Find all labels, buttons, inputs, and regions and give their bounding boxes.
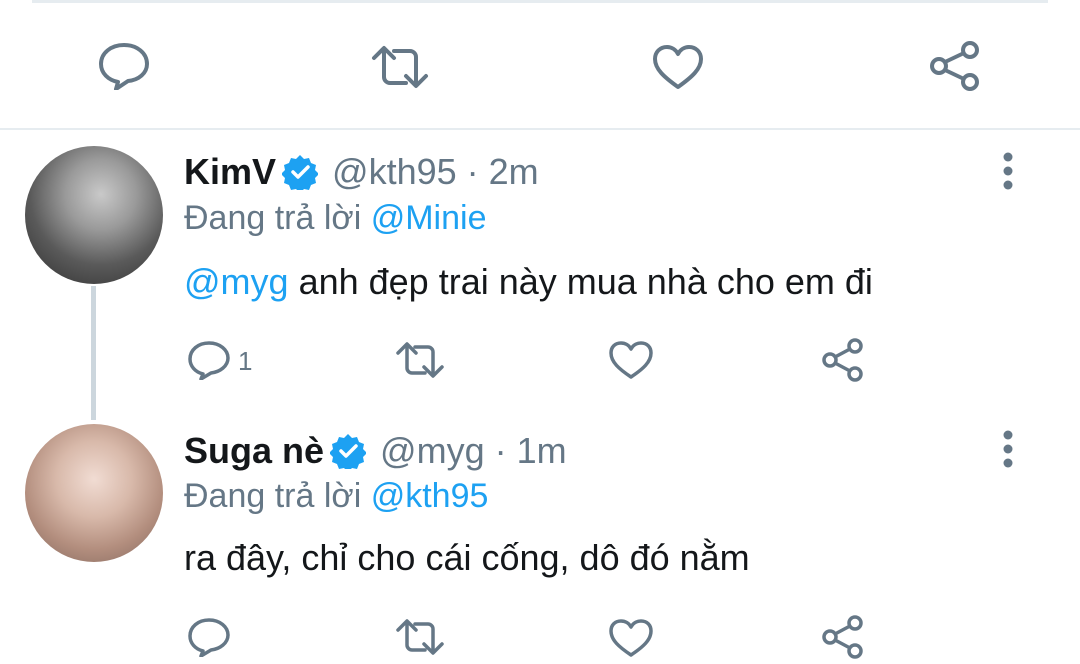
reply-count: 1 [238,346,253,376]
replying-to: Đang trả lời @kth95 [184,475,488,517]
tweet-header: Suga nè @myg · 1m [184,429,567,473]
tweet-text-content: anh đẹp trai này mua nhà cho em đi [288,261,873,302]
like-icon[interactable] [652,44,704,90]
thread-line [91,286,96,420]
top-divider [32,0,1048,3]
avatar[interactable] [25,424,163,562]
reply-icon[interactable] [98,42,150,90]
share-icon[interactable] [928,40,982,92]
replying-to-label: Đang trả lời [184,199,362,237]
tweet-header: KimV @kth95 · 2m [184,150,539,194]
replying-to-mention[interactable]: @kth95 [371,477,489,515]
separator: · [466,151,479,192]
verified-badge-icon [329,433,368,472]
replying-to: Đang trả lời @Minie [184,197,486,239]
display-name[interactable]: KimV [184,150,276,194]
like-icon[interactable] [608,340,654,380]
replying-to-mention[interactable]: @Minie [371,199,487,237]
more-options-icon[interactable] [995,429,1021,469]
verified-badge-icon [281,154,320,193]
share-icon[interactable] [820,338,866,382]
mention-link[interactable]: @myg [184,261,289,302]
tweet-text: @myg anh đẹp trai này mua nhà cho em đi [184,260,873,304]
more-options-icon[interactable] [995,151,1021,191]
handle[interactable]: @myg [380,429,485,473]
timestamp: 2m [488,151,539,192]
separator: · [494,430,507,471]
retweet-icon[interactable] [370,44,430,90]
replying-to-label: Đang trả lời [184,477,362,515]
display-name[interactable]: Suga nè [184,429,324,473]
share-icon[interactable] [820,615,866,659]
avatar[interactable] [25,146,163,284]
reply-icon[interactable] [187,617,231,657]
retweet-icon[interactable] [395,341,445,379]
like-icon[interactable] [608,618,654,658]
timestamp: 1m [516,430,567,471]
reply-icon[interactable] [187,340,231,380]
tweet-text: ra đây, chỉ cho cái cống, dô đó nằm [184,537,750,578]
retweet-icon[interactable] [395,618,445,656]
handle[interactable]: @kth95 [332,150,457,194]
section-divider [0,128,1080,130]
